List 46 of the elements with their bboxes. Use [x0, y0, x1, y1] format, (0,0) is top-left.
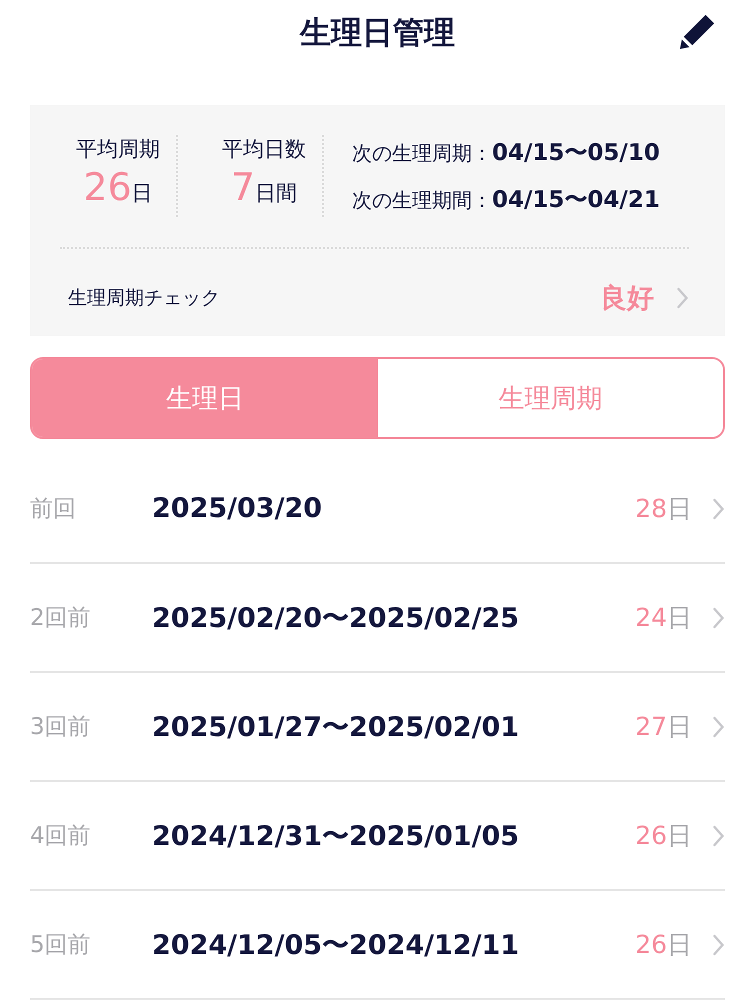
day-unit: 日	[667, 821, 692, 850]
day-count: 24	[635, 603, 667, 632]
edit-icon[interactable]	[679, 12, 717, 50]
chevron-icon	[712, 606, 725, 628]
next-value: 04/15〜05/10	[492, 139, 660, 168]
record-row[interactable]: 4回前 2024/12/31〜2025/01/05 26日	[30, 782, 725, 891]
day-count: 26	[635, 930, 667, 959]
day-unit: 日	[667, 494, 692, 523]
record-row[interactable]: 2回前 2025/02/20〜2025/02/25 24日	[30, 564, 725, 673]
record-label: 前回	[30, 495, 77, 524]
stat-unit: 日間	[255, 181, 298, 205]
check-label: 生理周期チェック	[68, 286, 221, 311]
day-count: 27	[635, 712, 667, 741]
record-dates: 2025/03/20	[152, 493, 324, 524]
day-count: 26	[635, 821, 667, 850]
stat-label: 平均周期	[75, 136, 161, 163]
record-dates: 2025/01/27〜2025/02/01	[152, 710, 520, 744]
record-label: 5回前	[30, 931, 92, 960]
next-value: 04/15〜04/21	[492, 186, 660, 215]
record-dates: 2024/12/05〜2024/12/11	[152, 928, 520, 962]
stat-label: 平均日数	[221, 136, 307, 163]
chevron-icon	[712, 824, 725, 846]
stat-number: 7	[230, 165, 256, 209]
record-dates: 2024/12/31〜2025/01/05	[152, 820, 520, 854]
record-row[interactable]: 5回前 2024/12/05〜2024/12/11 26日	[30, 891, 725, 1000]
record-row[interactable]: 3回前 2025/01/27〜2025/02/01 27 日	[30, 673, 725, 782]
record-label: 4回前	[30, 822, 92, 851]
check-result: 良好	[600, 282, 654, 316]
record-row[interactable]: 前回 2025/03/20 28日	[30, 455, 725, 564]
record-label: 2回前	[30, 604, 92, 633]
next-label: 次の生理期間：	[352, 187, 492, 214]
day-unit: 日	[667, 712, 692, 741]
day-count: 28	[635, 494, 667, 523]
chevron-icon	[712, 498, 725, 520]
stat-unit: 日	[132, 181, 153, 205]
record-dates: 2025/02/20〜2025/02/25	[152, 602, 520, 636]
record-label: 3回前	[30, 713, 92, 742]
next-label: 次の生理周期：	[352, 140, 492, 167]
chevron-icon	[676, 287, 689, 309]
chevron-icon	[712, 716, 725, 738]
day-unit: 日	[667, 603, 692, 632]
cycle-check-row[interactable]: 生理周期チェック 良好	[60, 249, 689, 347]
stat-number: 26	[83, 165, 132, 209]
chevron-icon	[712, 934, 725, 956]
day-unit: 日	[667, 930, 692, 959]
page-title: 生理日管理	[300, 14, 455, 53]
